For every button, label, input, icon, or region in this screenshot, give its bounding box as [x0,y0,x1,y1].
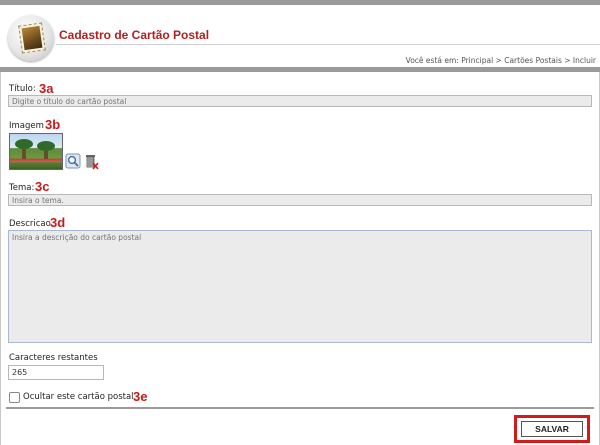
callout-3b: 3b [45,117,61,132]
descricao-textarea[interactable] [8,230,592,343]
ocultar-checkbox[interactable] [9,392,20,403]
page-title: Cadastro de Cartão Postal [59,28,210,42]
trash-icon[interactable] [84,152,100,170]
descricao-label: Descricao [9,219,51,229]
tema-input[interactable] [8,194,592,206]
titulo-input[interactable] [8,95,592,107]
magnifier-icon[interactable] [65,153,81,169]
titulo-label: Título: [9,84,36,94]
caracteres-label: Caracteres restantes [9,353,98,363]
callout-3c: 3c [35,179,50,194]
image-thumbnail[interactable] [9,133,63,170]
callout-3e: 3e [133,389,148,404]
breadcrumb: Você está em: Principal > Cartões Postai… [405,56,596,65]
save-button[interactable]: SALVAR [521,421,583,437]
header-divider [56,44,600,45]
callout-3d: 3d [50,215,66,230]
callout-3a: 3a [39,81,54,96]
ocultar-label[interactable]: Ocultar este cartão postal [23,392,134,402]
postage-stamp-icon [8,15,54,61]
page-header: Cadastro de Cartão Postal Você está em: … [0,5,600,65]
caracteres-count: 265 [8,365,104,380]
footer-divider [6,407,594,409]
imagem-label: Imagem [9,121,44,131]
tema-label: Tema: [9,183,35,193]
